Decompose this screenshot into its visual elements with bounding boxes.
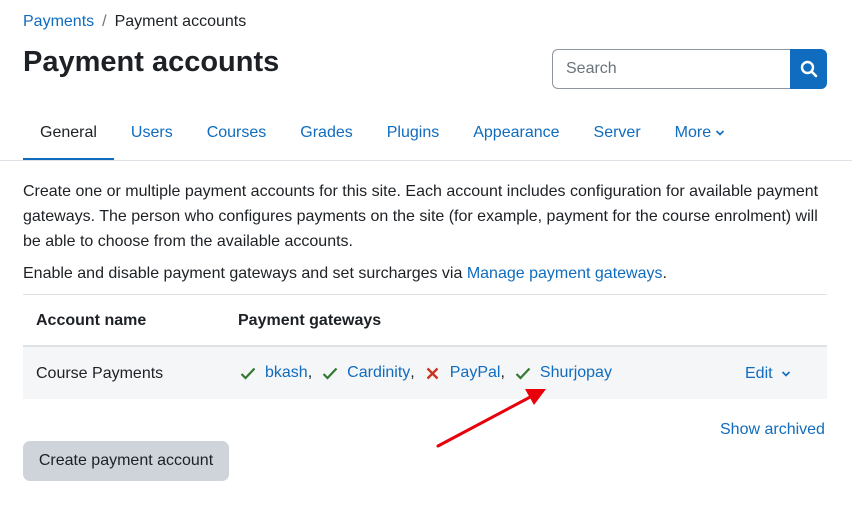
edit-menu-button[interactable]: Edit <box>745 365 791 383</box>
gateway-separator: , <box>410 364 415 381</box>
gateways-note: Enable and disable payment gateways and … <box>23 261 667 286</box>
tab-plugins[interactable]: Plugins <box>370 105 456 161</box>
edit-label: Edit <box>745 365 773 382</box>
tab-more-label: More <box>674 124 712 141</box>
gateway-item: Cardinity, <box>320 364 423 382</box>
annotation-arrow <box>436 389 546 448</box>
page-title: Payment accounts <box>23 46 280 78</box>
gateway-item: bkash, <box>238 364 320 382</box>
gateway-separator: , <box>307 364 313 381</box>
check-icon <box>238 365 258 381</box>
chevron-down-icon <box>781 371 790 377</box>
tab-courses[interactable]: Courses <box>190 105 284 161</box>
account-name: Course Payments <box>36 365 164 382</box>
check-icon <box>320 365 340 381</box>
show-archived-link[interactable]: Show archived <box>720 421 825 439</box>
search-form <box>552 49 827 89</box>
manage-payment-gateways-link[interactable]: Manage payment gateways <box>467 265 663 282</box>
search-input[interactable] <box>552 49 790 89</box>
gateways-note-suffix: . <box>662 265 667 282</box>
breadcrumb-current: Payment accounts <box>114 13 247 30</box>
check-icon <box>513 365 533 381</box>
search-icon <box>800 60 817 78</box>
payment-accounts-table: Account name Payment gateways Course Pay… <box>23 294 827 399</box>
cross-icon <box>423 365 443 381</box>
chevron-down-icon <box>715 129 725 137</box>
header-account-name: Account name <box>36 312 147 329</box>
tab-general[interactable]: General <box>23 105 114 161</box>
table-row: Course Payments bkash, Cardinity, PayPal… <box>23 347 827 399</box>
tab-grades[interactable]: Grades <box>283 105 369 161</box>
header-payment-gateways: Payment gateways <box>238 312 382 329</box>
search-button[interactable] <box>790 49 827 89</box>
breadcrumb-separator: / <box>102 13 107 30</box>
tab-more[interactable]: More <box>658 105 742 161</box>
gateway-link-cardinity[interactable]: Cardinity <box>347 364 410 382</box>
tab-appearance[interactable]: Appearance <box>456 105 576 161</box>
tabs-divider <box>0 160 852 161</box>
secondary-navigation: General Users Courses Grades Plugins App… <box>23 105 742 161</box>
tab-server[interactable]: Server <box>577 105 658 161</box>
breadcrumb-payments-link[interactable]: Payments <box>23 13 94 31</box>
tab-users[interactable]: Users <box>114 105 190 161</box>
gateways-note-prefix: Enable and disable payment gateways and … <box>23 265 467 282</box>
create-payment-account-button[interactable]: Create payment account <box>23 441 229 481</box>
table-header: Account name Payment gateways <box>23 294 827 347</box>
gateway-link-bkash[interactable]: bkash <box>265 364 308 382</box>
breadcrumb: Payments / Payment accounts <box>23 13 246 31</box>
intro-text: Create one or multiple payment accounts … <box>23 183 819 250</box>
